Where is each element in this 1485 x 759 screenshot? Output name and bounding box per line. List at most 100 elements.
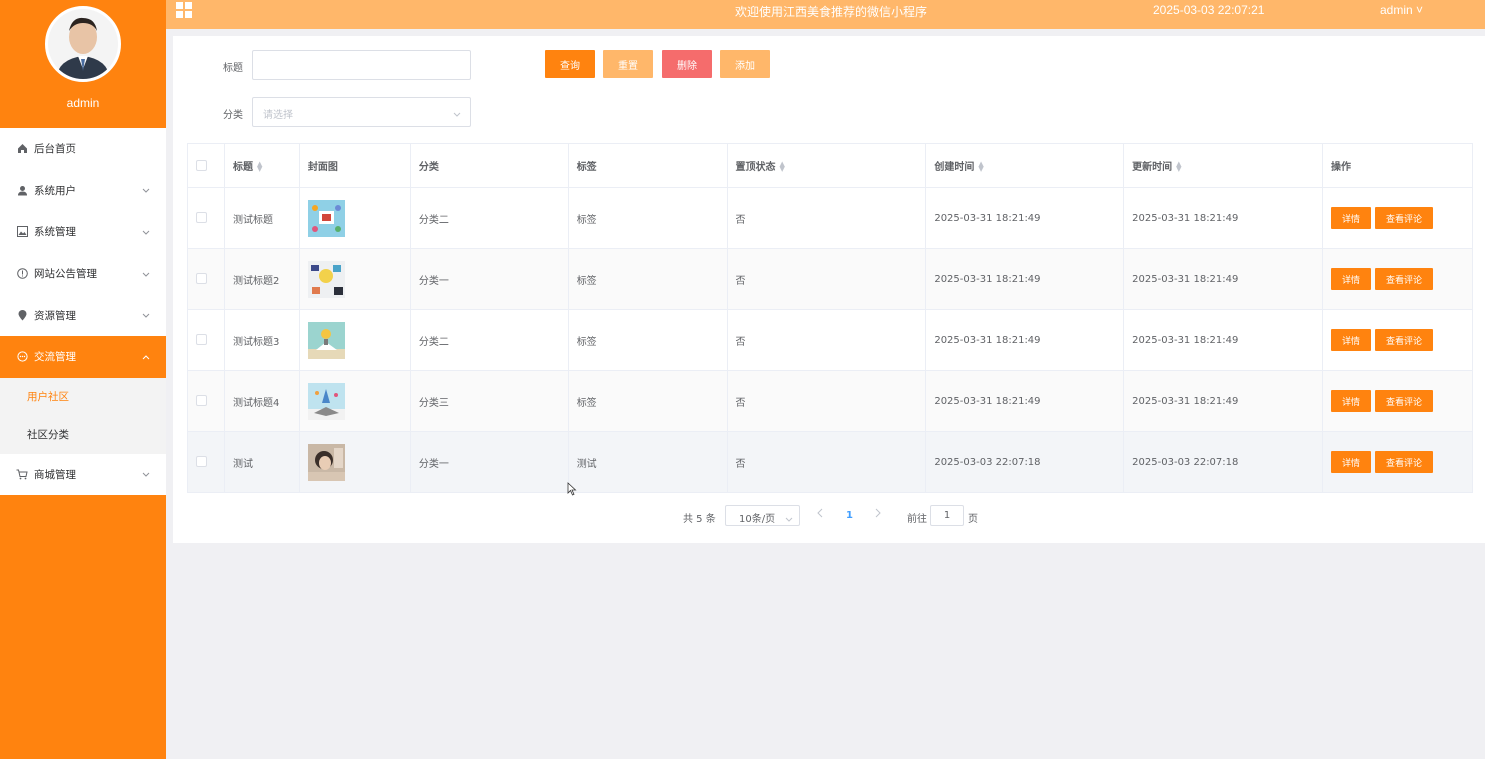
reset-button[interactable]: 重置 — [603, 50, 653, 78]
sidebar-item-resources[interactable]: 资源管理 — [0, 294, 166, 336]
column-header[interactable]: 更新时间 ▲ ▼ — [1123, 143, 1324, 188]
row-checkbox[interactable] — [196, 395, 207, 407]
row-checkbox[interactable] — [196, 334, 207, 346]
row-checkbox[interactable] — [196, 212, 207, 224]
row-checkbox[interactable] — [196, 456, 207, 468]
main-card: 标题 分类 请选择 查询 重置 删除 添加 标题 ▲ ▼ 封面图 分类 标签 置顶状… — [173, 36, 1485, 543]
view-comments-button[interactable]: 查看评论 — [1375, 451, 1434, 473]
category-cell: 分类二 — [409, 309, 569, 371]
sidebar-item-mall[interactable]: 商城管理 — [0, 454, 166, 496]
table-row: 测试标题2 分类一 标签 否 2025-03-31 18:21:49 2025-… — [187, 248, 1473, 310]
pinned-cell: 否 — [726, 309, 927, 371]
cover-image[interactable] — [307, 199, 345, 237]
next-page-icon[interactable] — [875, 508, 881, 521]
chevron-down-icon — [142, 184, 150, 196]
category-cell: 分类三 — [409, 370, 569, 432]
column-header: 标签 — [567, 143, 728, 188]
avatar[interactable] — [45, 6, 121, 82]
tag-cell: 标签 — [567, 309, 728, 371]
sort-icon[interactable]: ▲ ▼ — [257, 161, 262, 173]
cover-image[interactable] — [307, 321, 345, 359]
cart-icon — [16, 468, 28, 480]
pinned-cell: 否 — [726, 431, 927, 493]
view-comments-button[interactable]: 查看评论 — [1375, 268, 1434, 290]
table-row: 测试 分类一 测试 否 2025-03-03 22:07:18 2025-03-… — [187, 431, 1473, 493]
image-icon — [16, 226, 28, 238]
table-row: 测试标题3 分类二 标签 否 2025-03-31 18:21:49 2025-… — [187, 309, 1473, 371]
sidebar-item-label: 系统用户 — [34, 184, 76, 197]
sort-icon[interactable]: ▲ ▼ — [1176, 161, 1181, 173]
sidebar-subitem-user-community[interactable]: 用户社区 — [0, 377, 166, 416]
app-title: 欢迎使用江西美食推荐的微信小程序 — [735, 5, 928, 19]
tag-cell: 标签 — [567, 370, 728, 432]
chevron-up-icon — [142, 351, 150, 363]
delete-button[interactable]: 删除 — [662, 50, 712, 78]
tag-cell: 测试 — [567, 431, 728, 493]
created-time-cell: 2025-03-03 22:07:18 — [925, 431, 1125, 493]
cover-image[interactable] — [307, 443, 345, 481]
community-table: 标题 ▲ ▼ 封面图 分类 标签 置顶状态 ▲ ▼ 创建时间 ▲ ▼ 更新时间 ▲ ▼ 操作 测… — [187, 143, 1473, 493]
chat-icon — [16, 351, 28, 363]
detail-button[interactable]: 详情 — [1331, 390, 1372, 412]
view-comments-button[interactable]: 查看评论 — [1375, 207, 1434, 229]
view-comments-button[interactable]: 查看评论 — [1375, 329, 1434, 351]
detail-button[interactable]: 详情 — [1331, 329, 1372, 351]
category-select[interactable]: 请选择 — [252, 97, 471, 127]
updated-time-cell: 2025-03-31 18:21:49 — [1123, 370, 1324, 432]
title-cell: 测试 — [223, 431, 300, 493]
pinned-cell: 否 — [726, 370, 927, 432]
title-cell: 测试标题2 — [223, 248, 300, 310]
chevron-down-icon — [142, 268, 150, 280]
sidebar-subitem-community-category[interactable]: 社区分类 — [0, 415, 166, 454]
info-icon — [16, 268, 28, 280]
sidebar-item-label: 网站公告管理 — [34, 268, 97, 281]
sidebar-menu: 后台首页 系统用户 系统管理 网站公告管理 资源管理 交流管理 用户社区 社区分… — [0, 128, 166, 496]
add-button[interactable]: 添加 — [720, 50, 770, 78]
home-icon — [16, 143, 28, 155]
sidebar-item-announcements[interactable]: 网站公告管理 — [0, 253, 166, 295]
column-header[interactable]: 置顶状态 ▲ ▼ — [726, 143, 927, 188]
column-header: 分类 — [409, 143, 569, 188]
column-header[interactable]: 标题 ▲ ▼ — [223, 143, 300, 188]
table-row: 测试标题4 分类三 标签 否 2025-03-31 18:21:49 2025-… — [187, 370, 1473, 432]
goto-page-input[interactable]: 1 — [930, 505, 964, 526]
title-search-input[interactable] — [252, 50, 471, 80]
user-icon — [16, 184, 28, 196]
sidebar-item-system-users[interactable]: 系统用户 — [0, 170, 166, 212]
category-cell: 分类一 — [409, 248, 569, 310]
search-button[interactable]: 查询 — [545, 50, 595, 78]
table-row: 测试标题 分类二 标签 否 2025-03-31 18:21:49 2025-0… — [187, 187, 1473, 249]
prev-page-icon[interactable] — [817, 508, 823, 521]
cover-image[interactable] — [307, 260, 345, 298]
chevron-down-icon — [142, 226, 150, 238]
column-header[interactable]: 创建时间 ▲ ▼ — [925, 143, 1125, 188]
cover-image[interactable] — [307, 382, 345, 420]
sidebar-item-system-management[interactable]: 系统管理 — [0, 211, 166, 253]
detail-button[interactable]: 详情 — [1331, 268, 1372, 290]
sidebar-item-home[interactable]: 后台首页 — [0, 128, 166, 170]
row-checkbox[interactable] — [196, 273, 207, 285]
sidebar-item-communication[interactable]: 交流管理 — [0, 335, 166, 378]
page-number-current[interactable]: 1 — [846, 510, 853, 521]
view-comments-button[interactable]: 查看评论 — [1375, 390, 1434, 412]
sidebar-item-label: 商城管理 — [34, 468, 76, 481]
table-header-row: 标题 ▲ ▼ 封面图 分类 标签 置顶状态 ▲ ▼ 创建时间 ▲ ▼ 更新时间 ▲ ▼ 操作 — [187, 143, 1473, 188]
sort-icon[interactable]: ▲ ▼ — [978, 161, 983, 173]
detail-button[interactable]: 详情 — [1331, 451, 1372, 473]
title-filter-label: 标题 — [223, 63, 243, 74]
page-suffix-label: 页 — [968, 514, 978, 525]
user-dropdown[interactable]: admin ˅ — [1380, 3, 1423, 17]
category-select-placeholder: 请选择 — [263, 110, 293, 121]
created-time-cell: 2025-03-31 18:21:49 — [925, 248, 1125, 310]
detail-button[interactable]: 详情 — [1331, 207, 1372, 229]
page-size-select[interactable]: 10条/页 — [725, 505, 800, 526]
category-cell: 分类二 — [409, 187, 569, 249]
sort-icon[interactable]: ▲ ▼ — [780, 161, 785, 173]
select-all-checkbox[interactable] — [196, 159, 207, 171]
pagination: 共 5 条 10条/页 1 前往 1 页 — [173, 505, 1485, 527]
tag-cell: 标签 — [567, 187, 728, 249]
header-datetime: 2025-03-03 22:07:21 — [1153, 3, 1265, 17]
grid-menu-icon[interactable] — [176, 2, 192, 21]
page-size-value: 10条/页 — [739, 514, 776, 525]
pinned-cell: 否 — [726, 187, 927, 249]
